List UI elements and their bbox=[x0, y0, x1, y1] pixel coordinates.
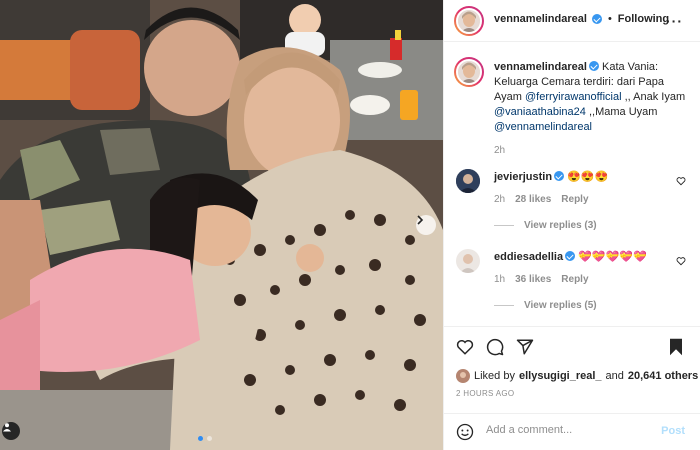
user-icon bbox=[3, 423, 11, 432]
view-replies-toggle[interactable]: View replies (5) bbox=[494, 299, 674, 311]
reply-line-divider bbox=[494, 224, 514, 226]
comment-input[interactable] bbox=[486, 424, 646, 436]
caption-text-2: ,, Anak Iyam bbox=[624, 91, 686, 103]
author-username[interactable]: vennamelindareal bbox=[494, 13, 587, 25]
view-replies-label: View replies (3) bbox=[524, 220, 597, 231]
verified-badge-icon bbox=[591, 14, 602, 24]
separator-dot: • bbox=[607, 13, 612, 25]
comment-likes[interactable]: 36 likes bbox=[515, 274, 551, 285]
post-timestamp[interactable]: 2 HOURS AGO bbox=[456, 389, 514, 398]
liked-by-row: Liked by ellysugigi_real_ and 20,641 oth… bbox=[456, 369, 698, 383]
liked-by-connector: and bbox=[605, 370, 624, 382]
comment-reply-button[interactable]: Reply bbox=[561, 194, 588, 205]
caption-text-3: ,,Mama Uyam bbox=[588, 106, 658, 118]
post-comment-button[interactable]: Post bbox=[661, 425, 685, 437]
verified-badge-icon bbox=[588, 61, 599, 71]
liked-by-others[interactable]: 20,641 others bbox=[628, 370, 698, 382]
view-replies-toggle[interactable]: View replies (3) bbox=[494, 219, 674, 231]
mention-link-2[interactable]: @vaniaathabina24 bbox=[494, 106, 586, 118]
liked-by-prefix: Liked by bbox=[474, 370, 515, 382]
comment-username[interactable]: jevierjustin bbox=[494, 171, 552, 183]
carousel-indicator bbox=[198, 436, 212, 441]
caption-username[interactable]: vennamelindareal bbox=[494, 61, 587, 73]
carousel-dot bbox=[207, 436, 212, 441]
avatar-image bbox=[456, 369, 470, 383]
verified-badge-icon bbox=[565, 251, 576, 261]
more-options-button[interactable]: ··· bbox=[666, 13, 683, 29]
family-photo bbox=[0, 0, 443, 450]
avatar-image bbox=[456, 249, 480, 273]
comment-like-heart-icon[interactable] bbox=[676, 176, 686, 186]
instagram-post-view: vennamelindareal • Following ··· venname… bbox=[0, 0, 700, 450]
bookmark-save-icon[interactable] bbox=[668, 338, 684, 356]
comment-item: eddiesadellia 💝💝💝💝💝 1h 36 likes Reply Vi… bbox=[494, 250, 674, 311]
comment-avatar-eddiesadellia[interactable] bbox=[456, 249, 480, 273]
view-replies-label: View replies (5) bbox=[524, 300, 597, 311]
mention-link-1[interactable]: @ferryirawanofficial bbox=[525, 91, 622, 103]
comment-icon[interactable] bbox=[486, 338, 504, 356]
post-actions: Liked by ellysugigi_real_ and 20,641 oth… bbox=[444, 326, 700, 450]
post-caption: vennamelindareal Kata Vania: Keluarga Ce… bbox=[494, 60, 694, 158]
avatar-image bbox=[458, 10, 480, 32]
author-avatar[interactable] bbox=[454, 6, 484, 36]
comment-item: jevierjustin 😍😍😍 2h 28 likes Reply View … bbox=[494, 170, 674, 231]
caption-time[interactable]: 2h bbox=[494, 143, 694, 158]
avatar-image bbox=[458, 61, 480, 83]
comment-text: 💝💝💝💝💝 bbox=[578, 251, 647, 263]
comment-likes[interactable]: 28 likes bbox=[515, 194, 551, 205]
comment-reply-button[interactable]: Reply bbox=[561, 274, 588, 285]
tagged-users-button[interactable] bbox=[2, 422, 20, 440]
caption-author-avatar[interactable] bbox=[454, 57, 484, 87]
mention-link-3[interactable]: @vennamelindareal bbox=[494, 121, 592, 133]
post-details-panel: vennamelindareal • Following ··· venname… bbox=[443, 0, 700, 450]
liker-avatar[interactable] bbox=[456, 369, 470, 383]
comment-time[interactable]: 1h bbox=[494, 274, 505, 285]
post-header: vennamelindareal • Following ··· bbox=[444, 0, 700, 42]
add-comment-bar: Post bbox=[444, 413, 700, 450]
like-heart-icon[interactable] bbox=[456, 338, 474, 356]
chevron-right-icon bbox=[417, 215, 424, 225]
carousel-dot-active bbox=[198, 436, 203, 441]
verified-badge-icon bbox=[554, 171, 565, 181]
following-button[interactable]: Following bbox=[618, 13, 669, 25]
comment-avatar-jevierjustin[interactable] bbox=[456, 169, 480, 193]
emoji-smiley-icon[interactable] bbox=[456, 423, 474, 441]
share-send-icon[interactable] bbox=[516, 338, 534, 356]
comment-time[interactable]: 2h bbox=[494, 194, 505, 205]
reply-line-divider bbox=[494, 304, 514, 306]
comment-text: 😍😍😍 bbox=[567, 171, 609, 183]
avatar-image bbox=[456, 169, 480, 193]
comment-username[interactable]: eddiesadellia bbox=[494, 251, 563, 263]
post-photo[interactable] bbox=[0, 0, 443, 450]
more-horizontal-icon: ··· bbox=[666, 13, 683, 29]
liked-by-user[interactable]: ellysugigi_real_ bbox=[519, 370, 602, 382]
comment-like-heart-icon[interactable] bbox=[676, 256, 686, 266]
next-slide-button[interactable] bbox=[416, 215, 436, 235]
